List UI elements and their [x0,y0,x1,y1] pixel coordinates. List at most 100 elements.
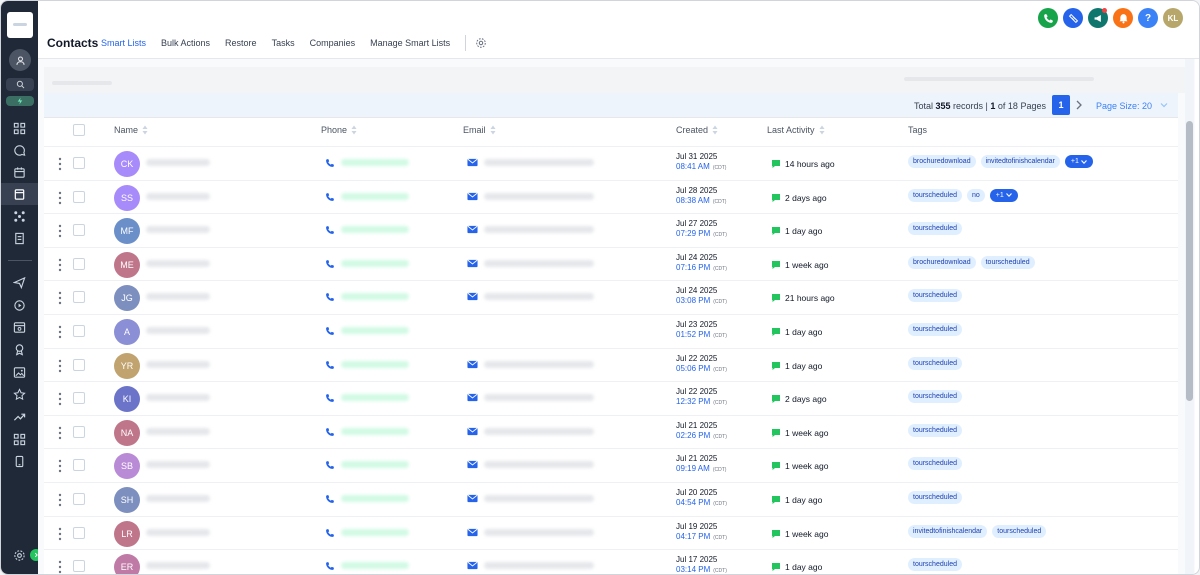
contact-phone-redacted[interactable] [341,226,409,234]
mail-icon[interactable] [467,225,478,234]
table-row[interactable]: SS Jul 28 2025 08:38 AM (CDT) 2 days ago … [44,179,1178,214]
row-checkbox[interactable] [73,257,85,270]
contact-email-redacted[interactable] [484,293,594,301]
avatar[interactable]: A [114,319,140,345]
table-row[interactable]: ME Jul 24 2025 07:16 PM (CDT) 1 week ago … [44,246,1178,281]
mail-icon[interactable] [467,460,478,469]
tab-restore[interactable]: Restore [225,37,257,57]
phone-icon[interactable] [325,427,335,437]
contact-name-redacted[interactable] [146,226,210,234]
page-button-current[interactable]: 1 [1052,95,1070,115]
contact-email-redacted[interactable] [484,394,594,402]
table-row[interactable]: YR Jul 22 2025 05:06 PM (CDT) 1 day ago t… [44,347,1178,382]
sidebar-item-media[interactable] [12,365,26,379]
phone-icon[interactable] [325,460,335,470]
row-checkbox[interactable] [73,392,85,405]
contact-tag[interactable]: brochuredownload [908,155,976,168]
scrollbar-thumb[interactable] [1186,121,1193,401]
sidebar-item-settings[interactable] [12,548,26,562]
row-menu-icon[interactable] [58,527,62,541]
sidebar-item-memberships[interactable] [12,342,26,356]
row-checkbox[interactable] [73,157,85,169]
contact-email-redacted[interactable] [484,226,594,234]
sidebar-item-conversations[interactable] [12,143,26,157]
user-avatar[interactable]: KL [1163,8,1183,28]
sidebar-item-opportunities[interactable] [12,209,26,223]
contact-tag[interactable]: tourscheduled [908,457,962,471]
contact-tag[interactable]: tourscheduled [908,558,962,572]
contact-email-redacted[interactable] [484,528,594,536]
mail-icon[interactable] [467,292,478,301]
avatar[interactable]: JG [114,285,140,312]
contact-tag[interactable]: tourscheduled [908,390,962,404]
sidebar-item-marketing[interactable] [12,275,26,289]
contact-name-redacted[interactable] [146,528,210,536]
row-checkbox[interactable] [73,291,85,304]
quick-action-button[interactable] [6,96,34,106]
table-row[interactable]: CK Jul 31 2025 08:41 AM (CDT) 14 hours ag… [44,146,1178,180]
mail-icon[interactable] [467,528,478,537]
mail-icon[interactable] [467,158,478,167]
contact-phone-redacted[interactable] [341,360,409,368]
row-menu-icon[interactable] [58,224,62,238]
column-header-phone[interactable]: Phone [321,125,357,135]
row-checkbox[interactable] [73,459,85,472]
row-checkbox[interactable] [73,526,85,539]
phone-icon[interactable] [325,360,335,370]
tab-bulk-actions[interactable]: Bulk Actions [161,37,210,57]
contact-tag[interactable]: tourscheduled [908,423,962,437]
contact-name-redacted[interactable] [146,259,210,267]
row-menu-icon[interactable] [58,291,62,305]
row-menu-icon[interactable] [58,459,62,473]
mail-icon[interactable] [467,494,478,503]
table-row[interactable]: SH Jul 20 2025 04:54 PM (CDT) 1 day ago t… [44,482,1178,516]
contact-name-redacted[interactable] [146,293,210,301]
contacts-switch-button[interactable] [9,49,31,71]
phone-icon[interactable] [325,393,335,403]
row-menu-icon[interactable] [58,258,62,272]
contact-email-redacted[interactable] [484,259,594,267]
phone-icon[interactable] [325,292,335,302]
contact-phone-redacted[interactable] [341,394,409,402]
phone-icon[interactable] [325,192,335,202]
contact-email-redacted[interactable] [484,461,594,469]
row-checkbox[interactable] [73,190,85,203]
announcements-button[interactable] [1088,8,1108,28]
notifications-button[interactable] [1113,8,1133,28]
phone-icon[interactable] [325,158,335,168]
contact-tag[interactable]: tourscheduled [908,188,962,202]
avatar[interactable]: NA [114,419,140,446]
row-menu-icon[interactable] [58,191,62,205]
phone-icon[interactable] [325,326,335,336]
contact-tag[interactable]: tourscheduled [992,524,1047,538]
row-menu-icon[interactable] [58,157,62,171]
row-menu-icon[interactable] [58,560,62,574]
contact-tag[interactable]: brochuredownload [908,255,976,269]
help-button[interactable]: ? [1138,8,1158,28]
table-row[interactable]: A Jul 23 2025 01:52 PM (CDT) 1 day ago to… [44,314,1178,348]
contact-name-redacted[interactable] [146,327,210,334]
sidebar-item-payments[interactable] [12,231,26,245]
sidebar-item-sites[interactable] [12,320,26,334]
contact-name-redacted[interactable] [146,562,210,570]
contact-phone-redacted[interactable] [341,461,409,469]
avatar[interactable]: ER [114,554,140,574]
column-header-email[interactable]: Email [463,125,496,135]
contact-phone-redacted[interactable] [341,327,409,334]
contact-phone-redacted[interactable] [341,159,409,166]
avatar[interactable]: SH [114,487,140,513]
contact-tag[interactable]: tourscheduled [908,323,962,336]
phone-button[interactable] [1038,8,1058,28]
row-menu-icon[interactable] [58,392,62,406]
table-row[interactable]: KI Jul 22 2025 12:32 PM (CDT) 2 days ago … [44,381,1178,415]
contact-phone-redacted[interactable] [341,562,409,570]
sidebar-item-automation[interactable] [12,298,26,312]
row-checkbox[interactable] [73,560,85,573]
sidebar-item-dashboard[interactable] [12,121,26,135]
ticket-button[interactable] [1063,8,1083,28]
table-row[interactable]: LR Jul 19 2025 04:17 PM (CDT) 1 week ago … [44,515,1178,550]
avatar[interactable]: KI [114,386,140,413]
more-tags-button[interactable]: +1 [989,188,1018,202]
chevron-down-icon[interactable] [1160,102,1168,108]
contact-email-redacted[interactable] [484,562,594,570]
